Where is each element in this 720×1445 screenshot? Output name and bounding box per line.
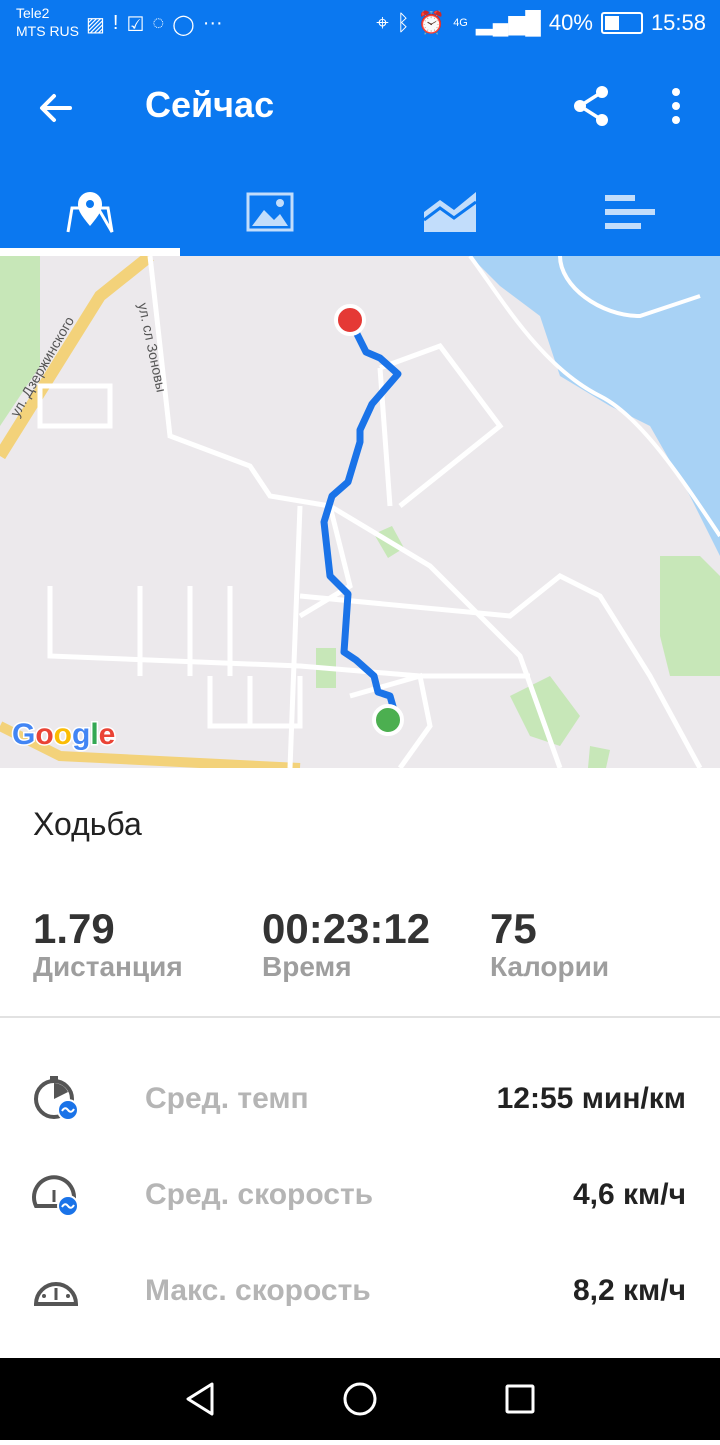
tab-photos[interactable]: [180, 168, 360, 256]
carrier-info: Tele2 MTS RUS: [16, 4, 79, 40]
more-options-icon[interactable]: [660, 82, 692, 130]
stat-label: Калории: [490, 951, 610, 982]
metric-value: 12:55 мин/км: [496, 1082, 686, 1115]
tab-chart[interactable]: [360, 168, 540, 256]
stat-time: 00:23:12 Время: [262, 905, 430, 983]
app-bar: Сейчас: [0, 48, 720, 256]
system-icons: ⌖ ᛒ ⏰ 4G ▂▄▆█ 40% 15:58: [376, 10, 706, 36]
google-logo: Google: [12, 718, 115, 751]
stat-label: Дистанция: [33, 951, 183, 982]
carrier-secondary: MTS RUS: [16, 23, 79, 39]
image-icon: [246, 192, 294, 232]
share-icon[interactable]: [568, 82, 616, 130]
location-icon: ⌖: [376, 10, 389, 35]
viber-icon: ◌: [152, 12, 165, 34]
stat-value: 1.79: [33, 905, 115, 952]
stat-calories: 75 Калории: [490, 905, 609, 983]
activity-type: Ходьба: [33, 806, 142, 842]
metric-max-speed: Макс. скорость 8,2 км/ч: [0, 1244, 720, 1340]
whatsapp-icon: ◯: [172, 14, 195, 36]
check-icon: ☑: [126, 14, 145, 36]
nav-home-icon[interactable]: [343, 1382, 377, 1416]
stat-value: 00:23:12: [262, 905, 431, 952]
metric-avg-pace: Сред. темп 12:55 мин/км: [0, 1052, 720, 1148]
battery-level: 40%: [548, 10, 593, 35]
route-map[interactable]: ул. Дзержинского ул. сл Зоновы Google: [0, 256, 720, 768]
status-bar: Tele2 MTS RUS ▨ ! ☑ ◌ ◯ ··· ⌖ ᛒ ⏰ 4G ▂▄▆…: [0, 0, 720, 48]
map-pin-icon: [66, 192, 114, 233]
signal-icon: ▂▄▆█: [475, 10, 541, 35]
pulse-icon: ▨: [86, 14, 105, 36]
metric-value: 4,6 км/ч: [573, 1178, 686, 1211]
metric-value: 8,2 км/ч: [573, 1274, 686, 1307]
bluetooth-icon: ᛒ: [396, 10, 410, 35]
page-title: Сейчас: [145, 84, 275, 125]
alert-icon: !: [112, 12, 119, 34]
stat-value: 75: [490, 905, 537, 952]
metric-label: Сред. скорость: [145, 1178, 374, 1211]
carrier-name: Tele2: [16, 5, 50, 21]
bars-icon: [605, 195, 655, 229]
metric-label: Макс. скорость: [145, 1274, 371, 1307]
divider: [0, 1016, 720, 1018]
nav-back-icon[interactable]: [186, 1382, 214, 1416]
notification-icons: ▨ ! ☑ ◌ ◯ ···: [86, 12, 223, 37]
battery-icon: [600, 12, 643, 34]
back-arrow-icon[interactable]: [34, 86, 78, 130]
area-chart-icon: [423, 192, 477, 232]
street-label-zonovy: ул. сл Зоновы: [135, 301, 170, 393]
clock: 15:58: [650, 10, 706, 35]
max-speed-icon: [32, 1266, 82, 1316]
metric-avg-speed: Сред. скорость 4,6 км/ч: [0, 1148, 720, 1244]
stat-label: Время: [262, 951, 352, 982]
tab-stats[interactable]: [540, 168, 720, 256]
metric-label: Сред. темп: [145, 1082, 309, 1115]
avg-speed-icon: [32, 1170, 82, 1220]
tab-map[interactable]: [0, 168, 180, 256]
system-nav-bar: [0, 1358, 720, 1440]
alarm-icon: ⏰: [417, 10, 446, 35]
avg-pace-icon: [32, 1074, 82, 1124]
network-type: 4G: [453, 17, 468, 29]
stat-distance: 1.79 Дистанция: [33, 905, 183, 983]
more-icon: ···: [202, 12, 223, 34]
nav-recents-icon[interactable]: [505, 1384, 535, 1414]
